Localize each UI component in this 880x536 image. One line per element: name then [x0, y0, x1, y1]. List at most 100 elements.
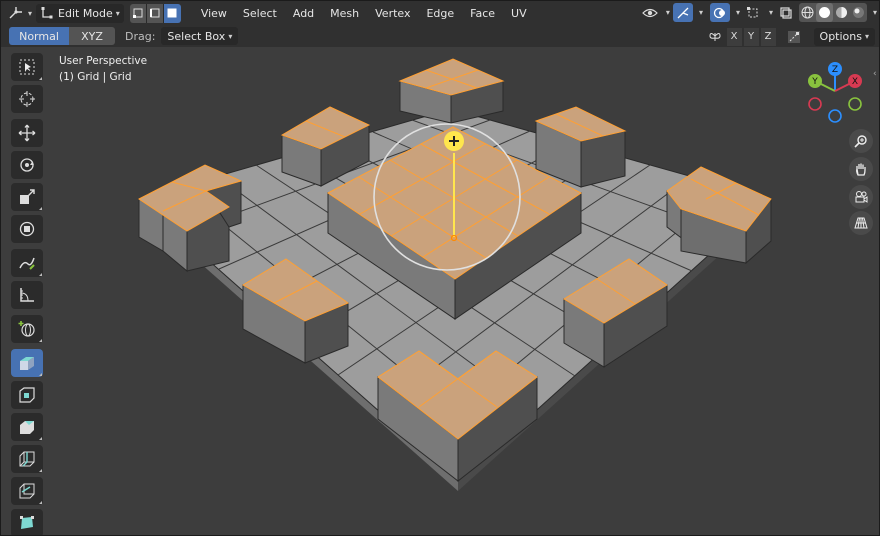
chevron-down-icon[interactable]: ▾ — [873, 8, 877, 17]
tool-measure[interactable] — [11, 281, 43, 309]
solid-shading-button[interactable] — [815, 3, 833, 22]
tool-options-indicator — [39, 339, 42, 342]
zoom-button[interactable] — [849, 129, 873, 153]
material-sphere-icon — [835, 7, 847, 18]
navigation-gizmo[interactable]: Z Y X — [801, 61, 871, 125]
chevron-down-icon: ▾ — [115, 8, 120, 18]
options-dropdown[interactable]: Options ▾ — [813, 27, 875, 46]
menu-add[interactable]: Add — [285, 3, 322, 23]
chevron-down-icon[interactable]: ▾ — [736, 8, 740, 17]
tool-inset[interactable] — [11, 381, 43, 409]
mesh-edit-overlays-button[interactable] — [743, 3, 763, 22]
menu-select[interactable]: Select — [235, 3, 285, 23]
xray-toggle-button[interactable] — [776, 3, 796, 22]
wireframe-sphere-icon — [801, 6, 814, 19]
orientation-xyz-button[interactable]: XYZ — [69, 27, 115, 45]
perspective-toggle-button[interactable] — [849, 211, 873, 235]
edit-mode-icon — [41, 7, 53, 19]
zoom-icon — [854, 135, 867, 148]
viewport-header: ▾ Edit Mode ▾ View Select Add Mesh Verte… — [1, 1, 879, 25]
overlays-toggle-button[interactable] — [709, 3, 730, 22]
transform-icon — [19, 221, 35, 237]
wireframe-shading-button[interactable] — [799, 3, 816, 22]
tool-cursor[interactable] — [11, 85, 43, 113]
auto-merge-button[interactable] — [784, 27, 804, 46]
poly-build-icon — [20, 516, 34, 529]
solid-sphere-icon — [818, 7, 830, 18]
tool-bevel[interactable] — [11, 413, 43, 441]
loop-cut-icon — [19, 451, 35, 467]
shading-mode-group — [798, 3, 867, 22]
tool-scale[interactable] — [11, 183, 43, 211]
perspective-grid-icon — [854, 217, 868, 229]
face-select-button[interactable] — [163, 3, 181, 23]
hand-icon — [856, 163, 866, 176]
z-axis-label: Z — [832, 65, 838, 75]
select-box-icon — [19, 59, 35, 75]
sidebar-toggle-arrow[interactable]: ‹ — [873, 69, 879, 83]
tool-add-cube[interactable] — [11, 315, 43, 343]
neg-x-handle[interactable] — [808, 97, 822, 111]
chevron-down-icon[interactable]: ▾ — [769, 8, 773, 17]
mirror-z-button[interactable]: Z — [760, 27, 776, 46]
mode-label: Edit Mode — [58, 6, 113, 20]
tool-poly-build[interactable] — [11, 509, 43, 535]
move-icon — [18, 124, 36, 142]
gizmo-toggle-button[interactable] — [672, 3, 693, 22]
visibility-button[interactable] — [640, 3, 660, 22]
editor-type-button[interactable]: ▾ — [7, 3, 32, 23]
menu-uv[interactable]: UV — [503, 3, 535, 23]
material-shading-button[interactable] — [833, 3, 850, 22]
tool-select-box[interactable] — [11, 53, 43, 81]
tool-knife[interactable] — [11, 477, 43, 505]
menu-mesh[interactable]: Mesh — [322, 3, 367, 23]
mode-select[interactable]: Edit Mode ▾ — [36, 3, 124, 23]
mirror-x-button[interactable]: X — [726, 27, 742, 46]
orientation-normal-button[interactable]: Normal — [9, 27, 69, 45]
tool-rotate[interactable] — [11, 151, 43, 179]
cube-cluster-back[interactable] — [398, 58, 505, 124]
tool-options-indicator — [39, 273, 42, 276]
rendered-shading-button[interactable] — [850, 3, 867, 22]
blender-window: ▾ Edit Mode ▾ View Select Add Mesh Verte… — [0, 0, 880, 536]
tool-options-indicator — [39, 469, 42, 472]
3d-viewport[interactable]: User Perspective (1) Grid | Grid Z Y X ‹ — [1, 47, 880, 536]
chevron-down-icon[interactable]: ▾ — [699, 8, 703, 17]
menu-view[interactable]: View — [193, 3, 235, 23]
tool-settings-bar: Normal XYZ Drag: Select Box ▾ X Y Z Opti… — [1, 25, 879, 47]
mirror-button[interactable] — [705, 27, 725, 46]
tool-move[interactable] — [11, 119, 43, 147]
chevron-down-icon[interactable]: ▾ — [666, 8, 670, 17]
neg-z-handle[interactable] — [828, 109, 842, 123]
neg-y-handle[interactable] — [848, 97, 862, 111]
header-menus: View Select Add Mesh Vertex Edge Face UV — [193, 3, 535, 23]
xray-icon — [780, 6, 792, 19]
tool-extrude[interactable] — [11, 349, 43, 377]
eye-icon — [642, 8, 658, 17]
edge-select-button[interactable] — [146, 3, 164, 23]
orientation-toggle: Normal XYZ — [9, 27, 115, 45]
vertex-select-button[interactable] — [129, 3, 147, 23]
camera-view-button[interactable] — [849, 185, 873, 209]
tool-options-indicator — [39, 437, 42, 440]
tool-annotate[interactable] — [11, 249, 43, 277]
cube-cluster-right[interactable] — [666, 166, 772, 265]
menu-face[interactable]: Face — [462, 3, 503, 23]
drag-select[interactable]: Select Box ▾ — [161, 27, 239, 45]
scale-icon — [20, 189, 35, 204]
cube-cluster-left[interactable] — [138, 164, 243, 273]
tool-transform[interactable] — [11, 215, 43, 243]
mirror-y-button[interactable]: Y — [743, 27, 759, 46]
edge-select-icon — [149, 8, 160, 18]
pan-button[interactable] — [849, 157, 873, 181]
menu-edge[interactable]: Edge — [418, 3, 462, 23]
rendered-sphere-icon — [852, 7, 864, 18]
gizmo-icon — [677, 7, 689, 18]
chevron-down-icon: ▾ — [864, 32, 869, 41]
view-name: User Perspective — [59, 55, 148, 67]
menu-vertex[interactable]: Vertex — [367, 3, 418, 23]
tool-loop-cut[interactable] — [11, 445, 43, 473]
grid-mesh[interactable] — [1, 47, 880, 536]
mesh-overlay-icon — [746, 6, 758, 17]
chevron-down-icon: ▾ — [28, 8, 33, 18]
